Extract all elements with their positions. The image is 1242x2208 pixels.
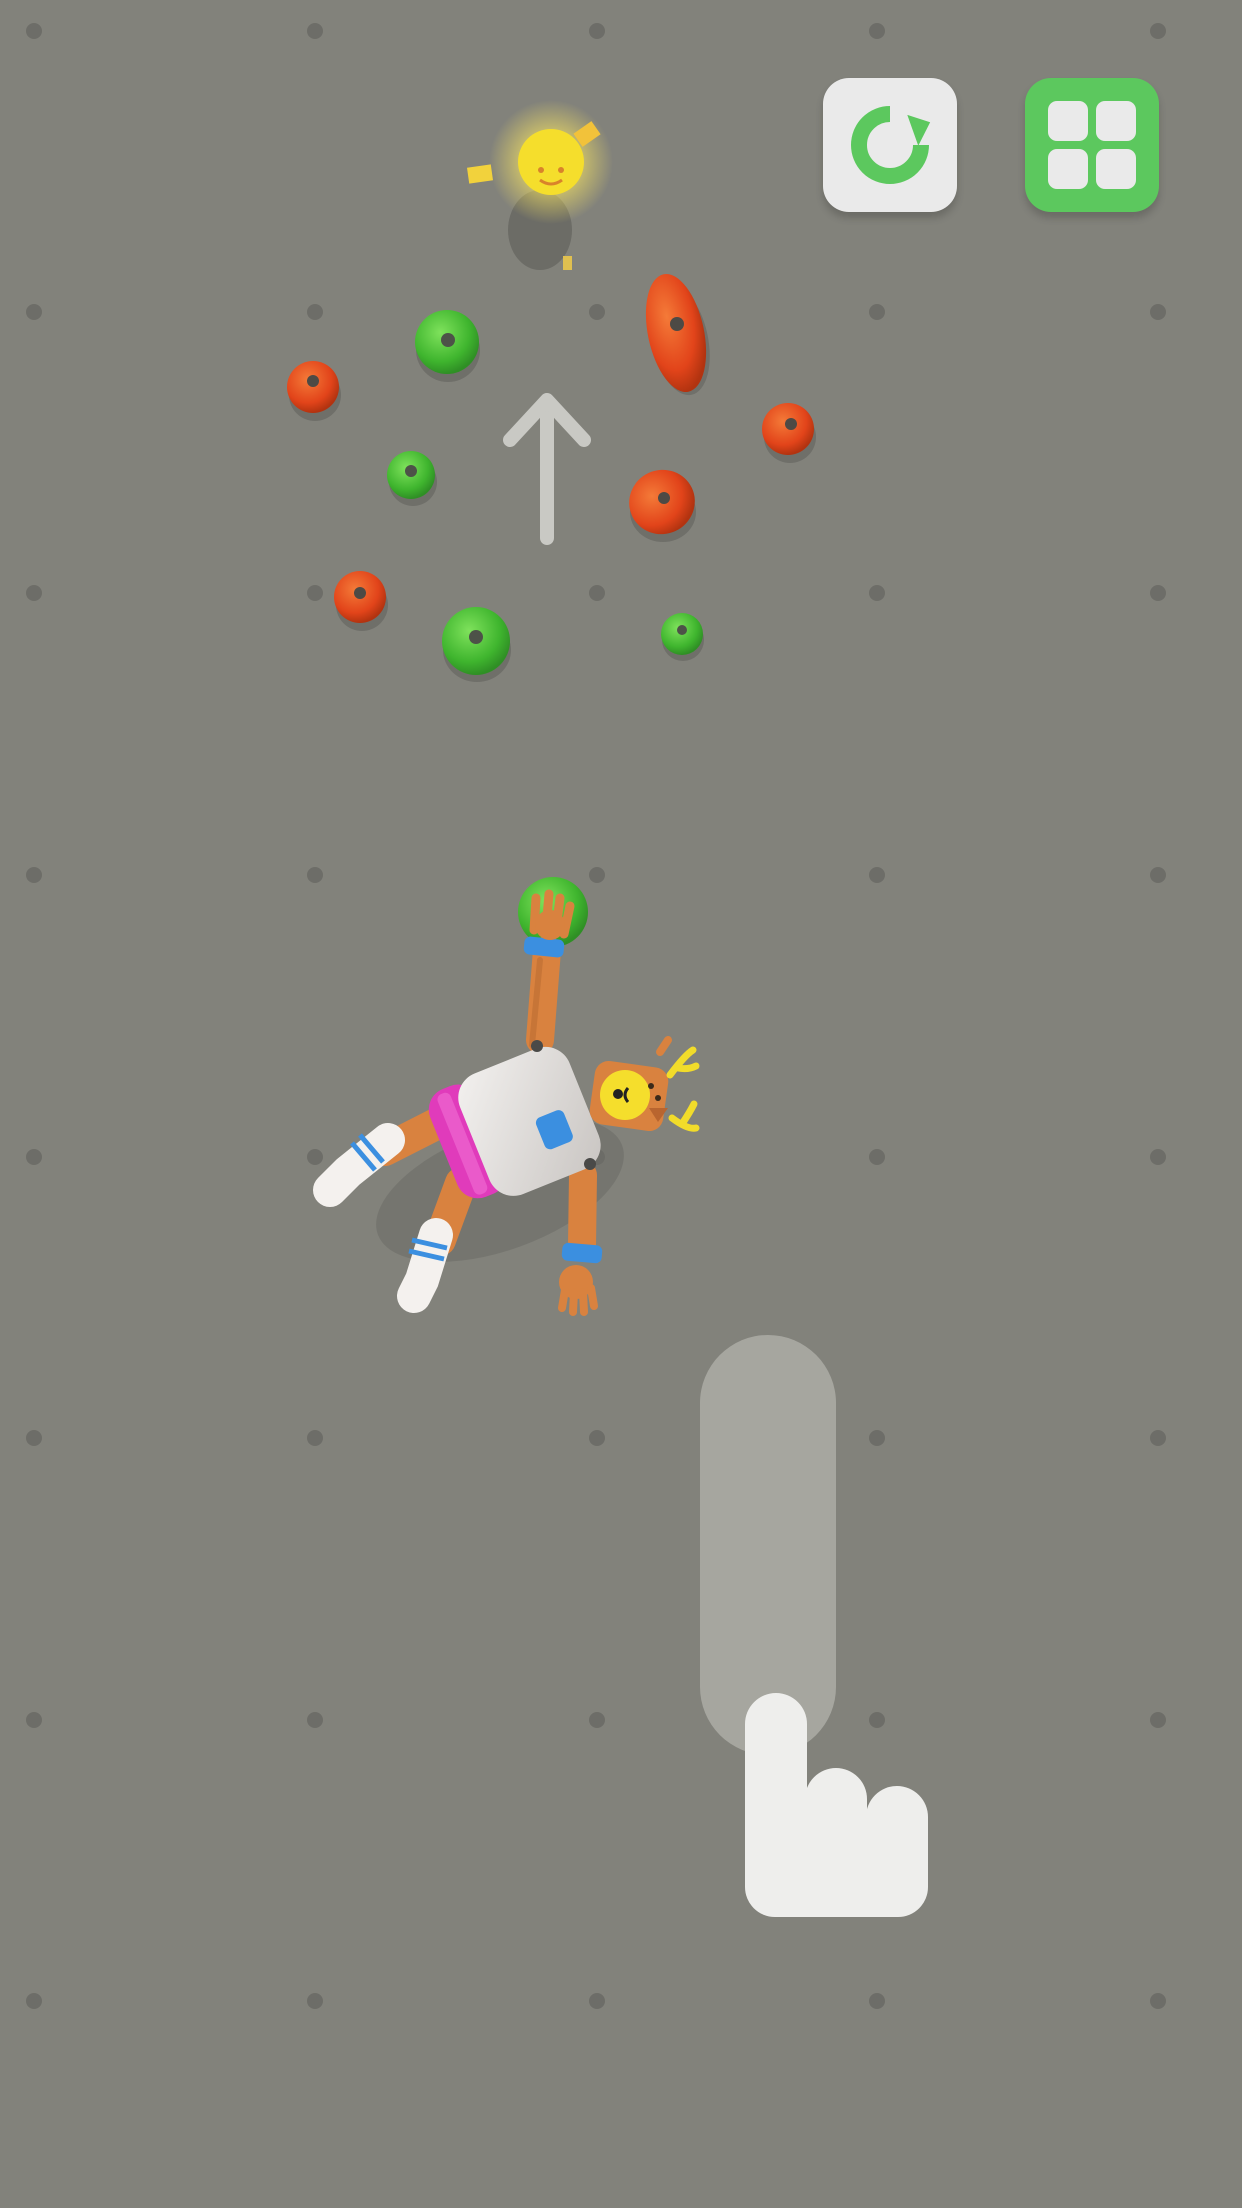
green-hold [442, 607, 511, 682]
grid-menu-icon [1048, 101, 1136, 189]
red-hold-long [645, 274, 710, 396]
green-hold [387, 451, 437, 506]
level-menu-button[interactable] [1025, 78, 1159, 212]
red-hold [287, 361, 341, 421]
arrow-up-icon [503, 393, 591, 545]
swipe-track [700, 1335, 836, 1755]
red-hold [762, 403, 816, 463]
peg-grid [26, 23, 1166, 2009]
green-hold [661, 613, 704, 661]
red-hold [334, 571, 388, 631]
restart-icon [851, 106, 931, 184]
raised-arm [526, 936, 561, 1054]
deer-ragdoll-climber [313, 889, 700, 1316]
game-stage[interactable] [0, 0, 1242, 2208]
restart-button[interactable] [823, 78, 957, 212]
climbing-wall [26, 23, 1166, 2009]
red-hold [629, 469, 696, 542]
pointing-hand-icon [745, 1693, 928, 1917]
goal-hold [467, 100, 613, 270]
green-hold [415, 310, 480, 382]
